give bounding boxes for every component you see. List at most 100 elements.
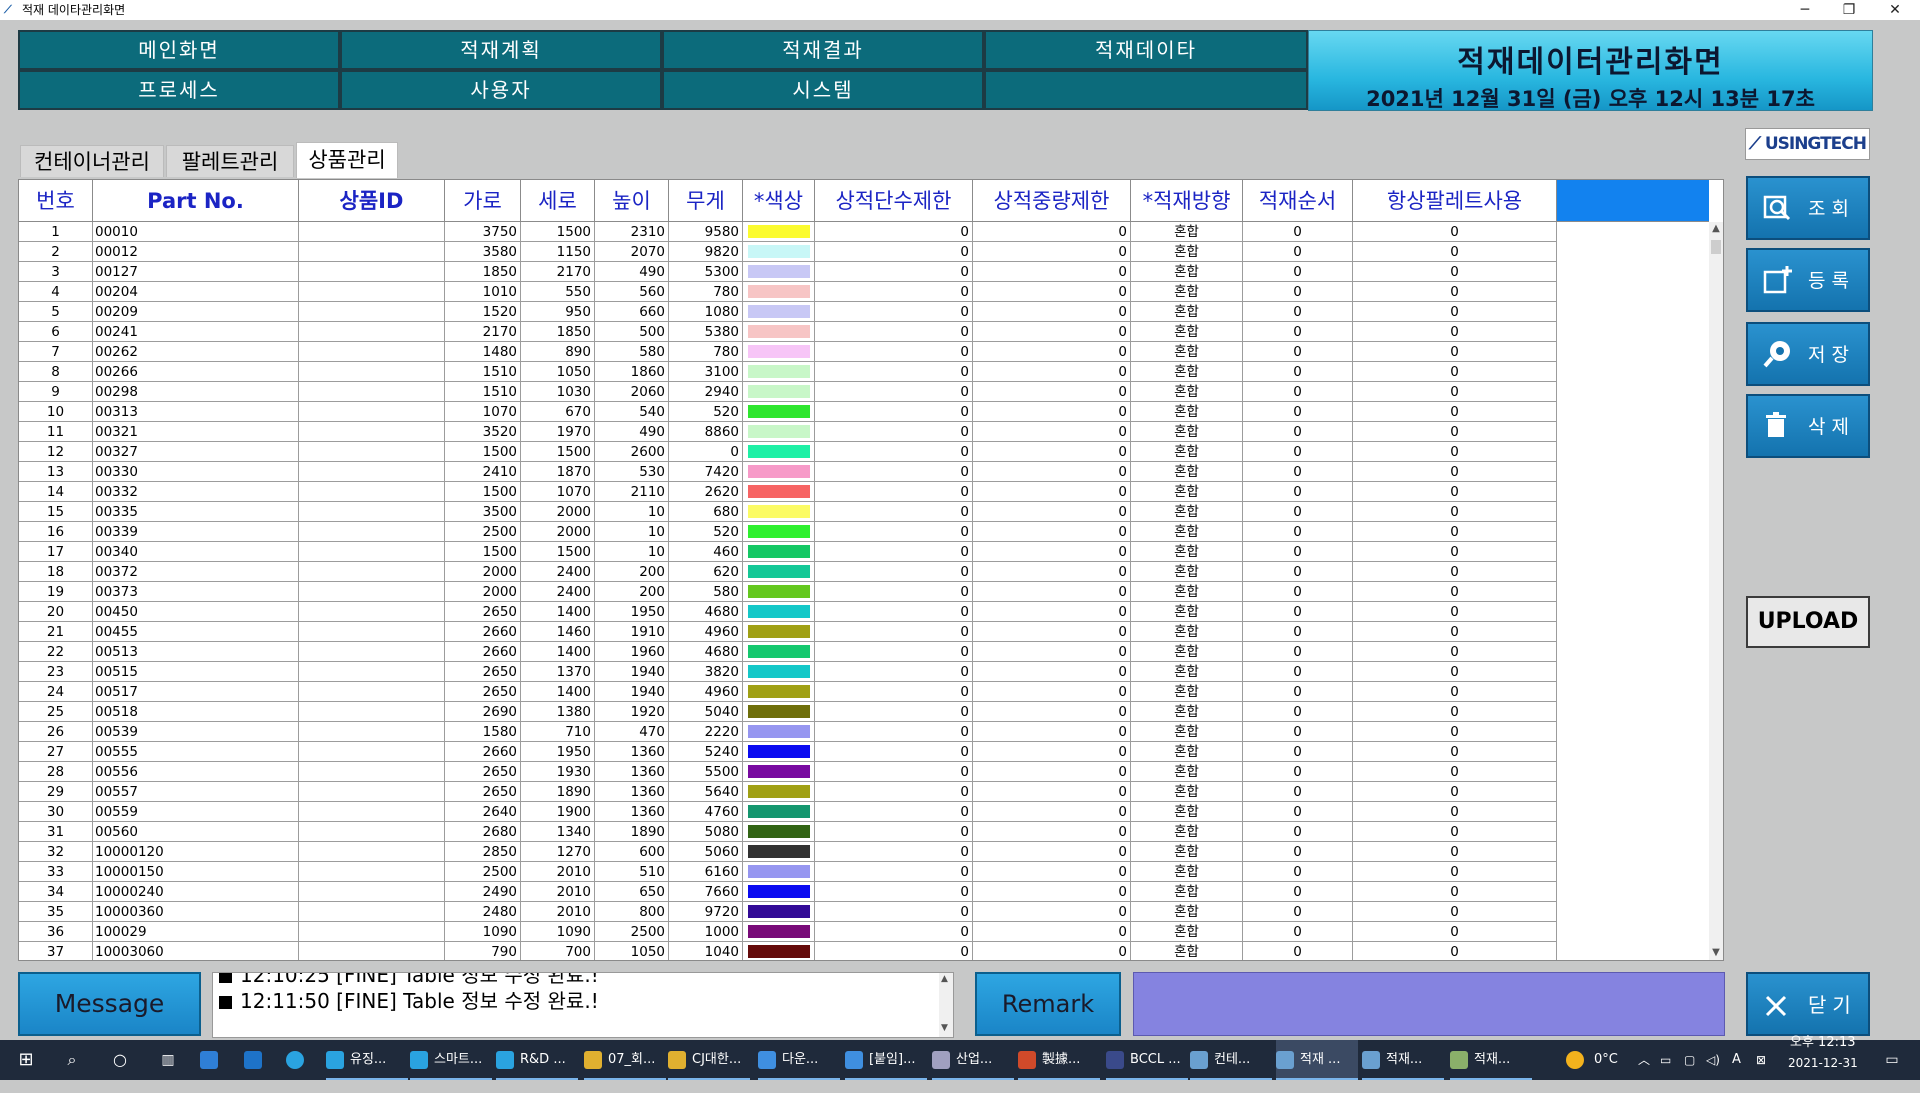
cell-number[interactable]: 27 [19, 742, 93, 762]
cell-number[interactable]: 36 [19, 922, 93, 942]
cell-number[interactable]: 37 [19, 942, 93, 960]
scroll-thumb[interactable] [1711, 240, 1721, 254]
cell-product-id[interactable] [299, 662, 445, 682]
cell-stack-weight-limit[interactable]: 0 [973, 642, 1131, 662]
cell-load-direction[interactable]: 혼합 [1131, 902, 1243, 922]
cell-color[interactable] [743, 282, 815, 302]
cell-width[interactable]: 1010 [445, 282, 521, 302]
cell-stack-weight-limit[interactable]: 0 [973, 722, 1131, 742]
cell-stack-limit[interactable]: 0 [815, 302, 973, 322]
cell-always-pallet[interactable]: 0 [1353, 282, 1557, 302]
cell-weight[interactable]: 5080 [669, 822, 743, 842]
scroll-down-arrow-icon[interactable]: ▼ [941, 1023, 948, 1033]
cell-color[interactable] [743, 422, 815, 442]
tab-pallet-management[interactable]: 팔레트관리 [166, 145, 294, 177]
cell-weight[interactable]: 7660 [669, 882, 743, 902]
cell-load-direction[interactable]: 혼합 [1131, 702, 1243, 722]
cell-part-no[interactable]: 00204 [93, 282, 299, 302]
cell-stack-limit[interactable]: 0 [815, 922, 973, 942]
header-col-always-pallet[interactable]: 항상팔레트사용 [1353, 180, 1557, 222]
cell-color[interactable] [743, 622, 815, 642]
cell-height[interactable]: 530 [595, 462, 669, 482]
cell-number[interactable]: 31 [19, 822, 93, 842]
cell-load-order[interactable]: 0 [1243, 422, 1353, 442]
cell-width[interactable]: 2170 [445, 322, 521, 342]
cell-part-no[interactable]: 00266 [93, 362, 299, 382]
cell-product-id[interactable] [299, 922, 445, 942]
cell-color[interactable] [743, 502, 815, 522]
cell-product-id[interactable] [299, 462, 445, 482]
cell-width[interactable]: 1850 [445, 262, 521, 282]
table-row[interactable]: 36 100029 1090 1090 2500 1000 0 0 혼합 0 0 [19, 922, 1709, 942]
nav-user[interactable]: 사용자 [340, 70, 662, 110]
taskbar-app-item[interactable]: BCCL ... [1106, 1040, 1188, 1080]
cell-number[interactable]: 18 [19, 562, 93, 582]
cell-width[interactable]: 2650 [445, 682, 521, 702]
cell-height[interactable]: 490 [595, 422, 669, 442]
cell-color[interactable] [743, 862, 815, 882]
cell-load-order[interactable]: 0 [1243, 462, 1353, 482]
cell-stack-limit[interactable]: 0 [815, 862, 973, 882]
nav-system[interactable]: 시스템 [662, 70, 984, 110]
taskbar-app-item[interactable]: R&D ... [496, 1040, 578, 1080]
cell-depth[interactable]: 1380 [521, 702, 595, 722]
cell-color[interactable] [743, 722, 815, 742]
edge-icon[interactable] [286, 1040, 314, 1080]
cell-load-order[interactable]: 0 [1243, 722, 1353, 742]
cell-part-no[interactable]: 00455 [93, 622, 299, 642]
table-row[interactable]: 3 00127 1850 2170 490 5300 0 0 혼합 0 0 [19, 262, 1709, 282]
remark-field[interactable] [1133, 972, 1725, 1036]
cell-stack-weight-limit[interactable]: 0 [973, 582, 1131, 602]
cell-part-no[interactable]: 00335 [93, 502, 299, 522]
cell-always-pallet[interactable]: 0 [1353, 382, 1557, 402]
cell-height[interactable]: 800 [595, 902, 669, 922]
table-row[interactable]: 18 00372 2000 2400 200 620 0 0 혼합 0 0 [19, 562, 1709, 582]
cell-part-no[interactable]: 10000150 [93, 862, 299, 882]
cell-load-order[interactable]: 0 [1243, 582, 1353, 602]
taskbar-app-item[interactable]: [붙임]... [845, 1040, 927, 1080]
cell-load-order[interactable]: 0 [1243, 562, 1353, 582]
cell-stack-weight-limit[interactable]: 0 [973, 742, 1131, 762]
cell-part-no[interactable]: 00332 [93, 482, 299, 502]
cell-load-order[interactable]: 0 [1243, 322, 1353, 342]
notification-icon[interactable]: ▭ [1880, 1040, 1904, 1080]
cell-product-id[interactable] [299, 282, 445, 302]
cell-stack-limit[interactable]: 0 [815, 522, 973, 542]
table-row[interactable]: 28 00556 2650 1930 1360 5500 0 0 혼합 0 0 [19, 762, 1709, 782]
cell-weight[interactable]: 7420 [669, 462, 743, 482]
cell-always-pallet[interactable]: 0 [1353, 522, 1557, 542]
cell-color[interactable] [743, 222, 815, 242]
cell-load-order[interactable]: 0 [1243, 742, 1353, 762]
cell-stack-limit[interactable]: 0 [815, 842, 973, 862]
cell-part-no[interactable]: 00450 [93, 602, 299, 622]
cell-weight[interactable]: 5040 [669, 702, 743, 722]
cell-load-order[interactable]: 0 [1243, 662, 1353, 682]
cell-number[interactable]: 25 [19, 702, 93, 722]
cell-load-direction[interactable]: 혼합 [1131, 322, 1243, 342]
cell-stack-weight-limit[interactable]: 0 [973, 482, 1131, 502]
cell-width[interactable]: 1070 [445, 402, 521, 422]
cell-width[interactable]: 1510 [445, 382, 521, 402]
cell-depth[interactable]: 950 [521, 302, 595, 322]
cell-product-id[interactable] [299, 782, 445, 802]
table-row[interactable]: 35 10000360 2480 2010 800 9720 0 0 혼합 0 0 [19, 902, 1709, 922]
cell-depth[interactable]: 1850 [521, 322, 595, 342]
cell-depth[interactable]: 1460 [521, 622, 595, 642]
cell-weight[interactable]: 8860 [669, 422, 743, 442]
cell-depth[interactable]: 710 [521, 722, 595, 742]
cell-load-direction[interactable]: 혼합 [1131, 782, 1243, 802]
cell-always-pallet[interactable]: 0 [1353, 582, 1557, 602]
cell-load-direction[interactable]: 혼합 [1131, 302, 1243, 322]
cell-number[interactable]: 10 [19, 402, 93, 422]
cell-width[interactable]: 2690 [445, 702, 521, 722]
cell-number[interactable]: 35 [19, 902, 93, 922]
cell-load-direction[interactable]: 혼합 [1131, 602, 1243, 622]
cell-width[interactable]: 2000 [445, 582, 521, 602]
cell-stack-limit[interactable]: 0 [815, 542, 973, 562]
cell-color[interactable] [743, 442, 815, 462]
cell-part-no[interactable]: 10003060 [93, 942, 299, 960]
table-row[interactable]: 24 00517 2650 1400 1940 4960 0 0 혼합 0 0 [19, 682, 1709, 702]
cell-weight[interactable]: 5380 [669, 322, 743, 342]
table-row[interactable]: 17 00340 1500 1500 10 460 0 0 혼합 0 0 [19, 542, 1709, 562]
cell-stack-weight-limit[interactable]: 0 [973, 622, 1131, 642]
